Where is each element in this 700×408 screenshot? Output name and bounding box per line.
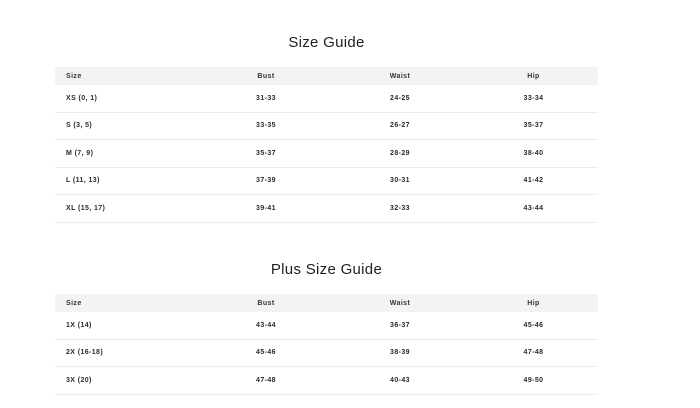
table-row: 3X (20) 47-48 40-43 49-50: [55, 366, 598, 395]
table-row: XL (15, 17) 39-41 32-33 43-44: [55, 194, 598, 223]
table-header-row: Size Bust Waist Hip: [55, 67, 598, 85]
size-guide-table: Size Bust Waist Hip XS (0, 1) 31-33 24-2…: [55, 67, 598, 223]
size-cell: 1X (14): [55, 312, 201, 340]
hip-cell: 33-34: [469, 85, 598, 113]
size-cell: L (11, 13): [55, 167, 201, 195]
bust-cell: 43-44: [201, 312, 331, 340]
bust-cell: 33-35: [201, 112, 331, 140]
table-row: 2X (16-18) 45-46 38-39 47-48: [55, 339, 598, 367]
hip-cell: 35-37: [469, 112, 598, 140]
size-cell: XL (15, 17): [55, 194, 201, 223]
size-cell: XS (0, 1): [55, 85, 201, 113]
waist-cell: 40-43: [331, 366, 469, 395]
column-header-hip: Hip: [527, 72, 540, 80]
column-header-waist: Waist: [389, 72, 411, 80]
column-header-size: Size: [66, 299, 82, 307]
column-header-waist: Waist: [389, 299, 411, 307]
bust-cell: 35-37: [201, 139, 331, 168]
waist-cell: 38-39: [331, 339, 469, 367]
hip-cell: 47-48: [469, 339, 598, 367]
table-row: XS (0, 1) 31-33 24-25 33-34: [55, 85, 598, 113]
waist-cell: 30-31: [331, 167, 469, 195]
size-cell: S (3, 5): [55, 112, 201, 140]
column-header-bust: Bust: [257, 299, 275, 307]
column-header-bust: Bust: [257, 72, 275, 80]
bust-cell: 31-33: [201, 85, 331, 113]
size-guide-title: Size Guide: [288, 34, 365, 51]
waist-cell: 26-27: [331, 112, 469, 140]
hip-cell: 49-50: [469, 366, 598, 395]
size-guide-section: Size Guide Size Bust Waist Hip XS (0, 1)…: [55, 32, 598, 223]
waist-cell: 32-33: [331, 194, 469, 223]
bust-cell: 47-48: [201, 366, 331, 395]
table-row: M (7, 9) 35-37 28-29 38-40: [55, 139, 598, 168]
plus-size-guide-table: Size Bust Waist Hip 1X (14) 43-44 36-37 …: [55, 294, 598, 395]
hip-cell: 43-44: [469, 194, 598, 223]
waist-cell: 28-29: [331, 139, 469, 168]
column-header-size: Size: [66, 72, 82, 80]
table-row: 1X (14) 43-44 36-37 45-46: [55, 312, 598, 340]
table-row: S (3, 5) 33-35 26-27 35-37: [55, 112, 598, 140]
hip-cell: 38-40: [469, 139, 598, 168]
waist-cell: 36-37: [331, 312, 469, 340]
bust-cell: 39-41: [201, 194, 331, 223]
waist-cell: 24-25: [331, 85, 469, 113]
table-header-row: Size Bust Waist Hip: [55, 294, 598, 312]
size-cell: 2X (16-18): [55, 339, 201, 367]
plus-size-guide-title: Plus Size Guide: [270, 261, 383, 278]
hip-cell: 45-46: [469, 312, 598, 340]
size-cell: M (7, 9): [55, 139, 201, 168]
bust-cell: 45-46: [201, 339, 331, 367]
table-row: L (11, 13) 37-39 30-31 41-42: [55, 167, 598, 195]
size-cell: 3X (20): [55, 366, 201, 395]
hip-cell: 41-42: [469, 167, 598, 195]
bust-cell: 37-39: [201, 167, 331, 195]
column-header-hip: Hip: [527, 299, 540, 307]
plus-size-guide-section: Plus Size Guide Size Bust Waist Hip 1X (…: [55, 259, 598, 395]
